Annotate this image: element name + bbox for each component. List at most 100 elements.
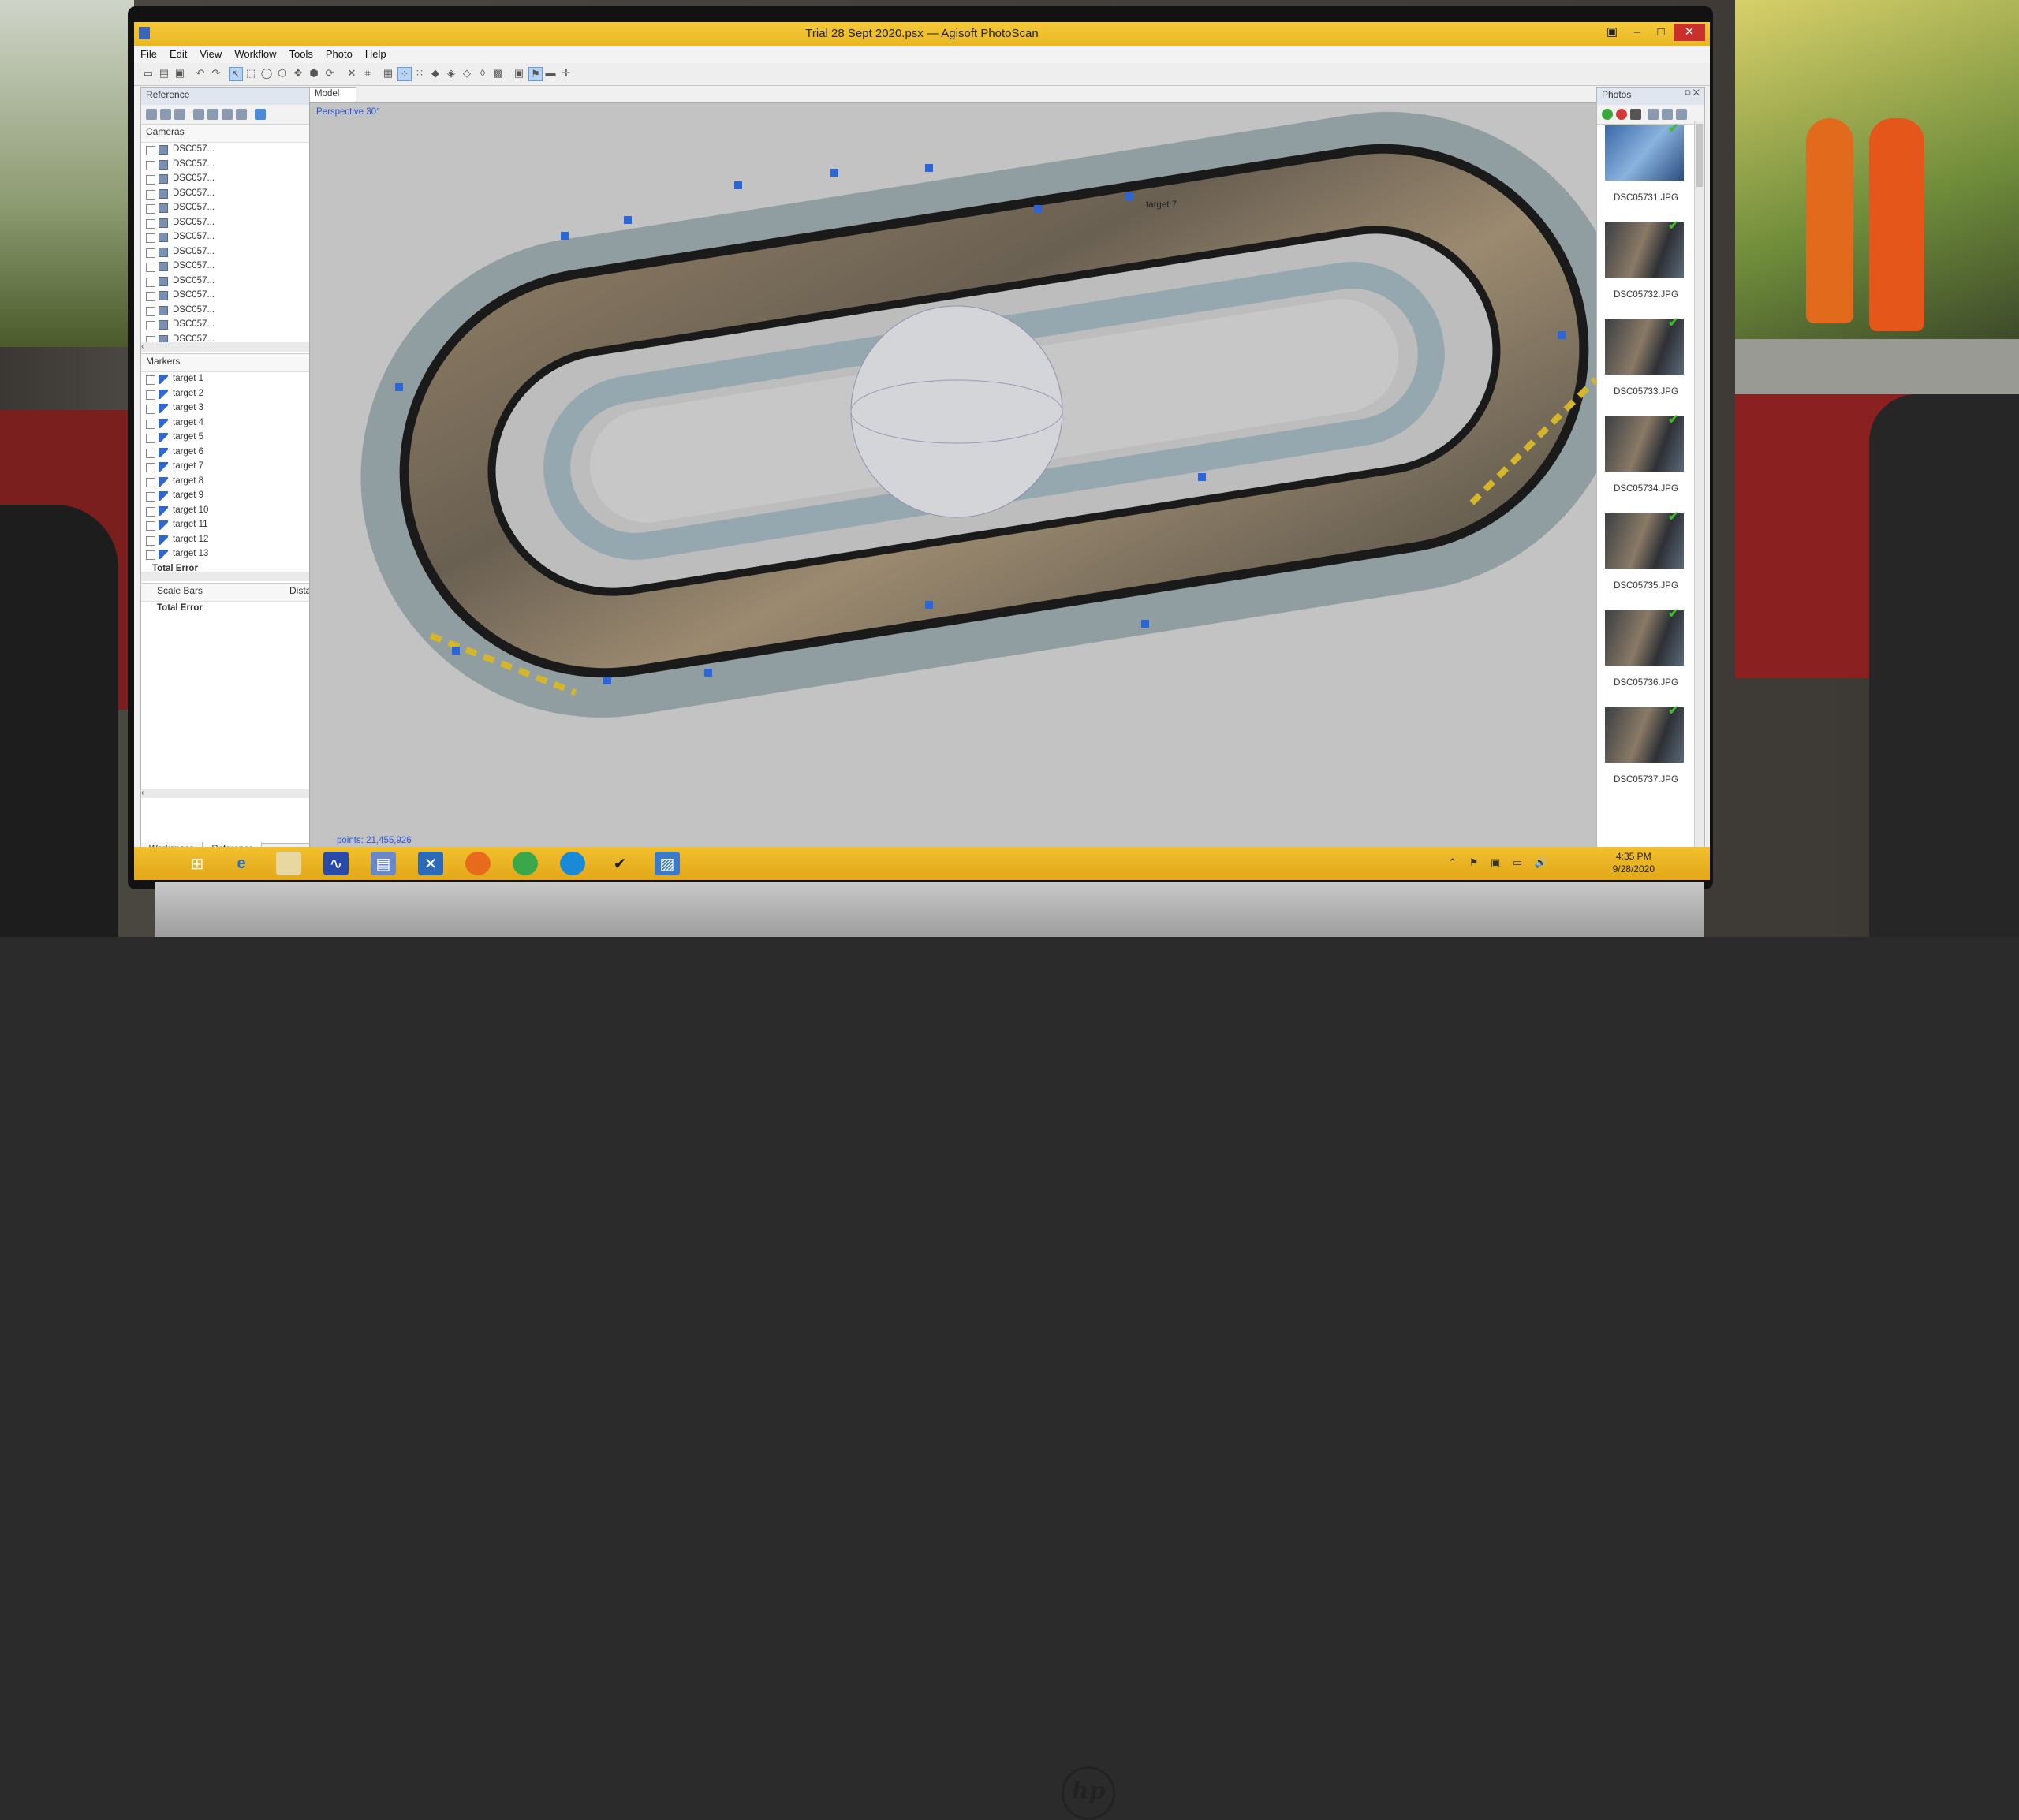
maximize-button[interactable]: □ bbox=[1650, 24, 1672, 41]
checkbox[interactable] bbox=[146, 477, 155, 487]
checkbox[interactable] bbox=[146, 189, 155, 200]
checkbox[interactable] bbox=[146, 405, 155, 414]
chrome-icon[interactable] bbox=[513, 852, 538, 875]
minimize-button[interactable]: – bbox=[1626, 24, 1648, 41]
open-icon[interactable]: ▤ bbox=[158, 67, 170, 80]
internet-explorer-icon[interactable]: e bbox=[229, 852, 254, 875]
checkbox[interactable] bbox=[146, 492, 155, 502]
checkbox[interactable] bbox=[146, 463, 155, 472]
markers-icon[interactable]: ⚑ bbox=[528, 67, 543, 81]
free-select-icon[interactable]: ⬡ bbox=[276, 67, 289, 80]
photoscan-taskbar-icon[interactable]: ▤ bbox=[371, 852, 396, 875]
checkbox[interactable] bbox=[146, 146, 155, 155]
crop-selection-icon[interactable]: ⌗ bbox=[361, 67, 374, 80]
settings-icon[interactable] bbox=[255, 109, 266, 120]
textured-icon[interactable]: ◊ bbox=[476, 67, 489, 80]
start-icon[interactable]: ⊞ bbox=[185, 852, 210, 875]
checkbox[interactable] bbox=[146, 321, 155, 330]
checkbox[interactable] bbox=[146, 160, 155, 170]
region-icon[interactable]: ▬ bbox=[544, 67, 557, 80]
checkbox[interactable] bbox=[146, 204, 155, 214]
new-icon[interactable]: ▭ bbox=[142, 67, 155, 80]
checkbox[interactable] bbox=[146, 535, 155, 546]
point-cloud-icon[interactable]: ⁘ bbox=[397, 67, 412, 81]
import-icon[interactable] bbox=[146, 109, 157, 120]
wireframe-icon[interactable]: ◇ bbox=[461, 67, 473, 80]
photos-panel-float-close-icon[interactable]: ⧉ ✕ bbox=[1685, 88, 1700, 99]
remove-camera-icon[interactable] bbox=[1630, 109, 1641, 120]
menu-tools[interactable]: Tools bbox=[283, 46, 319, 62]
checkbox[interactable] bbox=[146, 390, 155, 400]
markers-hscrollbar[interactable]: › bbox=[141, 572, 337, 581]
photo-thumbnail[interactable]: ✔ DSC05736.JPG bbox=[1597, 606, 1695, 703]
photo-thumbnail[interactable]: ✔ DSC05735.JPG bbox=[1597, 509, 1695, 606]
app-icon-x[interactable]: ✕ bbox=[418, 852, 443, 875]
filter-icon[interactable] bbox=[1662, 109, 1673, 120]
checkbox[interactable] bbox=[146, 448, 155, 458]
enable-camera-icon[interactable] bbox=[1602, 109, 1613, 120]
menu-view[interactable]: View bbox=[193, 46, 228, 62]
view-mode-icon[interactable] bbox=[1676, 109, 1687, 120]
file-explorer-icon[interactable] bbox=[276, 852, 301, 875]
cameras-icon[interactable]: ▣ bbox=[513, 67, 525, 80]
firefox-icon[interactable] bbox=[465, 852, 491, 875]
model-viewport[interactable]: Perspective 30° target 7 points: 21,455,… bbox=[309, 102, 1699, 851]
photo-thumbnail[interactable]: ✔ DSC05737.JPG bbox=[1597, 703, 1695, 800]
resize-region-icon[interactable]: ⬢ bbox=[308, 67, 320, 80]
clear-icon[interactable] bbox=[174, 109, 185, 120]
menu-workflow[interactable]: Workflow bbox=[228, 46, 282, 62]
reset-view-icon[interactable]: ✛ bbox=[560, 67, 573, 80]
sort-icon[interactable] bbox=[1648, 109, 1659, 120]
update-icon[interactable] bbox=[222, 109, 233, 120]
checkbox[interactable] bbox=[146, 263, 155, 272]
menu-file[interactable]: File bbox=[134, 46, 163, 62]
cameras-hscrollbar[interactable]: ‹› bbox=[141, 342, 337, 352]
checkbox[interactable] bbox=[146, 233, 155, 243]
shaded-icon[interactable]: ◆ bbox=[429, 67, 442, 80]
navigation-icon[interactable]: ↖ bbox=[229, 67, 243, 81]
rotate-region-icon[interactable]: ⟳ bbox=[323, 67, 336, 80]
rect-select-icon[interactable]: ⬚ bbox=[244, 67, 257, 80]
save-icon[interactable]: ▣ bbox=[174, 67, 186, 80]
checkbox[interactable] bbox=[146, 248, 155, 258]
app-icon-wave[interactable]: ∿ bbox=[323, 852, 349, 875]
view-errors-icon[interactable] bbox=[236, 109, 247, 120]
redo-icon[interactable]: ↷ bbox=[210, 67, 222, 80]
checkbox[interactable] bbox=[146, 375, 155, 385]
tasks-icon[interactable]: ✔ bbox=[607, 852, 633, 875]
photo-thumbnail[interactable]: ✔ DSC05734.JPG bbox=[1597, 412, 1695, 509]
checkbox[interactable] bbox=[146, 292, 155, 301]
checkbox[interactable] bbox=[146, 506, 155, 517]
move-region-icon[interactable]: ✥ bbox=[292, 67, 304, 80]
undo-icon[interactable]: ↶ bbox=[194, 67, 207, 80]
circle-select-icon[interactable]: ◯ bbox=[260, 67, 273, 80]
convert-icon[interactable] bbox=[193, 109, 204, 120]
photo-thumbnail[interactable]: ✔ DSC05732.JPG bbox=[1597, 218, 1695, 315]
monitor-icon[interactable]: ▣ bbox=[1601, 24, 1623, 41]
edge-icon[interactable] bbox=[560, 852, 585, 875]
checkbox[interactable] bbox=[146, 175, 155, 185]
checkbox[interactable] bbox=[146, 419, 155, 429]
photos-scrollbar[interactable] bbox=[1694, 121, 1704, 854]
photo-thumbnail[interactable]: ✔ DSC05733.JPG bbox=[1597, 315, 1695, 412]
checkbox[interactable] bbox=[146, 277, 155, 287]
clock[interactable]: 4:35 PM 9/28/2020 bbox=[1613, 850, 1655, 875]
checkbox[interactable] bbox=[146, 550, 155, 560]
checkbox[interactable] bbox=[146, 521, 155, 531]
checkbox[interactable] bbox=[146, 306, 155, 316]
close-button[interactable]: ✕ bbox=[1674, 24, 1705, 41]
dense-cloud-icon[interactable]: ⁙ bbox=[413, 67, 426, 80]
system-tray-icons[interactable]: ⌃ ⚑ ▣ ▭ 🔊 bbox=[1448, 856, 1552, 869]
photo-thumbnail[interactable]: ✔ DSC05731.JPG bbox=[1597, 121, 1695, 218]
delete-selection-icon[interactable]: ✕ bbox=[345, 67, 358, 80]
export-icon[interactable] bbox=[160, 109, 171, 120]
optimize-icon[interactable] bbox=[207, 109, 218, 120]
menu-photo[interactable]: Photo bbox=[319, 46, 359, 62]
grid-icon[interactable]: ▦ bbox=[382, 67, 394, 80]
disable-camera-icon[interactable] bbox=[1616, 109, 1627, 120]
photos-app-icon[interactable]: ▨ bbox=[655, 852, 680, 875]
menu-edit[interactable]: Edit bbox=[163, 46, 193, 62]
checkbox[interactable] bbox=[146, 218, 155, 229]
tiled-model-icon[interactable]: ▩ bbox=[492, 67, 505, 80]
checkbox[interactable] bbox=[146, 434, 155, 443]
